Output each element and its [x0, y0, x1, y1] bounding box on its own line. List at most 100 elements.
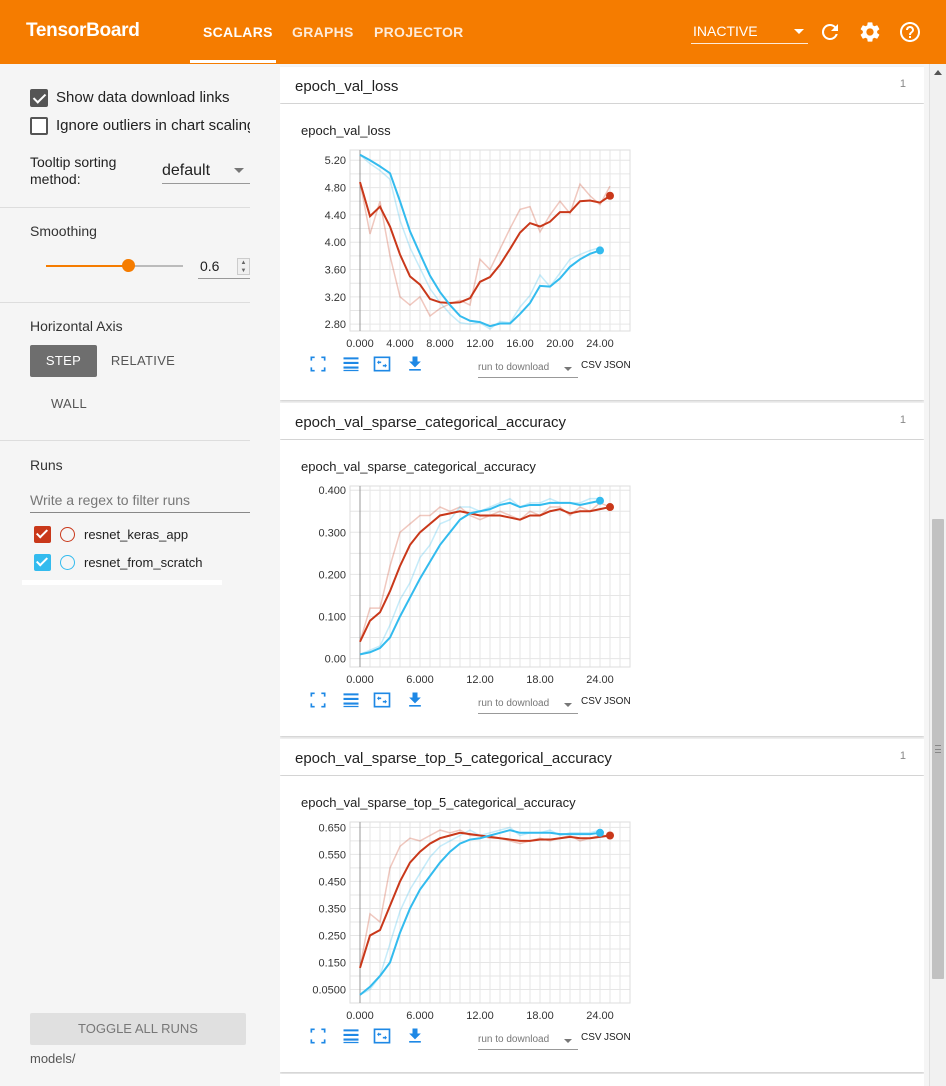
- y-tick-label: 3.60: [325, 265, 346, 277]
- download-csv-link[interactable]: CSV: [581, 1032, 602, 1043]
- run-to-download-dropdown[interactable]: run to download: [478, 358, 578, 378]
- help-icon[interactable]: [898, 20, 922, 44]
- category-header-epoch-val-loss[interactable]: epoch_val_loss 1: [280, 67, 924, 103]
- chart-card-epoch-val-sparse-categorical-accuracy: epoch_val_sparse_categorical_accuracy 0.…: [280, 440, 924, 736]
- chart-grid: [349, 822, 631, 1004]
- run-name: resnet_from_scratch: [84, 555, 203, 570]
- category-header-epoch-val-sparse-categorical-accuracy[interactable]: epoch_val_sparse_categorical_accuracy 1: [280, 403, 924, 439]
- next-category-header[interactable]: [280, 1074, 924, 1086]
- run-to-download-dropdown[interactable]: run to download: [478, 1030, 578, 1050]
- page-vertical-scrollbar[interactable]: [929, 64, 946, 1086]
- download-json-link[interactable]: JSON: [604, 360, 631, 371]
- run-checkbox-checked-icon[interactable]: [34, 526, 51, 543]
- download-icon[interactable]: [405, 354, 425, 374]
- download-csv-link[interactable]: CSV: [581, 696, 602, 707]
- chevron-down-icon: [564, 703, 572, 707]
- tab-scalars[interactable]: SCALARS: [203, 24, 273, 40]
- x-tick-label: 6.000: [406, 1010, 434, 1022]
- refresh-icon[interactable]: [818, 20, 842, 44]
- tab-graphs[interactable]: GRAPHS: [292, 24, 354, 40]
- x-tick-label: 6.000: [406, 674, 434, 686]
- fit-domain-icon[interactable]: [372, 690, 392, 710]
- plugin-status-value: INACTIVE: [693, 23, 758, 39]
- settings-gear-icon[interactable]: [858, 20, 882, 44]
- show-download-links-checkbox[interactable]: Show data download links: [30, 88, 250, 108]
- x-tick-label: 0.000: [346, 1010, 374, 1022]
- y-tick-label: 0.0500: [312, 984, 346, 996]
- category-header-epoch-val-sparse-top-5-categorical-accuracy[interactable]: epoch_val_sparse_top_5_categorical_accur…: [280, 739, 924, 775]
- y-tick-label: 0.00: [325, 654, 346, 666]
- chevron-down-icon: [564, 1039, 572, 1043]
- runs-title: Runs: [30, 457, 63, 473]
- run-checkbox-checked-icon[interactable]: [34, 554, 51, 571]
- ignore-outliers-checkbox[interactable]: Ignore outliers in chart scaling: [30, 116, 250, 136]
- fit-domain-icon[interactable]: [372, 1026, 392, 1046]
- log-scale-icon[interactable]: [341, 1026, 361, 1046]
- y-tick-label: 0.650: [318, 822, 346, 834]
- y-tick-label: 0.550: [318, 849, 346, 861]
- x-tick-label: 24.00: [586, 1010, 614, 1022]
- download-json-link[interactable]: JSON: [604, 696, 631, 707]
- fit-domain-icon[interactable]: [372, 354, 392, 374]
- sidebar-divider: [0, 302, 250, 303]
- category-count: 1: [899, 78, 906, 90]
- chevron-down-icon: [794, 29, 804, 34]
- x-tick-label: 24.00: [586, 338, 614, 350]
- sidebar-divider: [0, 207, 250, 208]
- y-tick-label: 4.80: [325, 183, 346, 195]
- axis-step-button[interactable]: STEP: [30, 345, 97, 377]
- run-to-download-placeholder: run to download: [478, 1034, 550, 1045]
- download-csv-link[interactable]: CSV: [581, 360, 602, 371]
- y-tick-label: 5.20: [325, 155, 346, 167]
- plugin-status-dropdown[interactable]: INACTIVE: [691, 22, 808, 44]
- scrollbar-grip-icon: [935, 745, 941, 753]
- tooltip-sorting-dropdown[interactable]: default: [162, 160, 250, 184]
- toggle-all-runs-button[interactable]: TOGGLE ALL RUNS: [30, 1013, 246, 1045]
- download-icon[interactable]: [405, 1026, 425, 1046]
- chart-toolbar: [308, 690, 428, 710]
- tooltip-sorting-label: Tooltip sorting method:: [30, 154, 117, 187]
- smoothing-title: Smoothing: [30, 223, 97, 239]
- series-raw-line: [359, 829, 610, 969]
- series-last-point: [606, 503, 614, 512]
- series-last-point: [596, 828, 604, 837]
- series-last-point: [596, 246, 604, 255]
- download-json-link[interactable]: JSON: [604, 1032, 631, 1043]
- smoothing-value-input[interactable]: 0.6 ▲ ▼: [198, 255, 250, 279]
- horizontal-axis-title: Horizontal Axis: [30, 318, 123, 334]
- y-tick-label: 2.80: [325, 319, 346, 331]
- checkbox-checked-icon: [30, 89, 48, 107]
- scroll-up-arrow-icon[interactable]: [934, 70, 942, 75]
- run-name: resnet_keras_app: [84, 527, 189, 542]
- spinner-arrows-icon[interactable]: ▲ ▼: [237, 258, 250, 275]
- download-icon[interactable]: [405, 690, 425, 710]
- series-last-point: [596, 496, 604, 505]
- tab-projector[interactable]: PROJECTOR: [374, 24, 464, 40]
- active-tab-indicator: [190, 60, 276, 63]
- fullscreen-icon[interactable]: [308, 354, 328, 374]
- log-scale-icon[interactable]: [341, 354, 361, 374]
- fullscreen-icon[interactable]: [308, 690, 328, 710]
- run-color-circle-icon[interactable]: [60, 527, 75, 542]
- category-name: epoch_val_loss: [295, 78, 399, 95]
- chart-card-epoch-val-loss: epoch_val_loss 2.80 3.20 3.60 4.00 4.40 4.80 5…: [280, 104, 924, 400]
- x-tick-label: 18.00: [526, 1010, 554, 1022]
- runs-horizontal-scrollbar[interactable]: [22, 580, 222, 585]
- run-color-circle-icon[interactable]: [60, 555, 75, 570]
- scalars-dashboard: epoch_val_loss 1 epoch_val_loss 2.80 3.20…: [280, 64, 924, 1086]
- top-app-bar: TensorBoard SCALARS GRAPHS PROJECTOR INA…: [0, 0, 946, 64]
- log-scale-icon[interactable]: [341, 690, 361, 710]
- axis-wall-button[interactable]: WALL: [30, 388, 108, 420]
- run-filter-placeholder: Write a regex to filter runs: [30, 492, 191, 508]
- series-last-point: [606, 191, 614, 200]
- run-filter-input[interactable]: Write a regex to filter runs: [30, 489, 250, 513]
- x-tick-label: 12.00: [466, 338, 494, 350]
- smoothing-slider[interactable]: [46, 259, 183, 272]
- y-tick-label: 0.200: [318, 569, 346, 581]
- run-to-download-dropdown[interactable]: run to download: [478, 694, 578, 714]
- fullscreen-icon[interactable]: [308, 1026, 328, 1046]
- smoothing-slider-thumb[interactable]: [122, 259, 136, 272]
- chart-toolbar: [308, 1026, 428, 1046]
- smoothing-slider-fill: [46, 265, 129, 267]
- axis-relative-button[interactable]: RELATIVE: [104, 345, 182, 377]
